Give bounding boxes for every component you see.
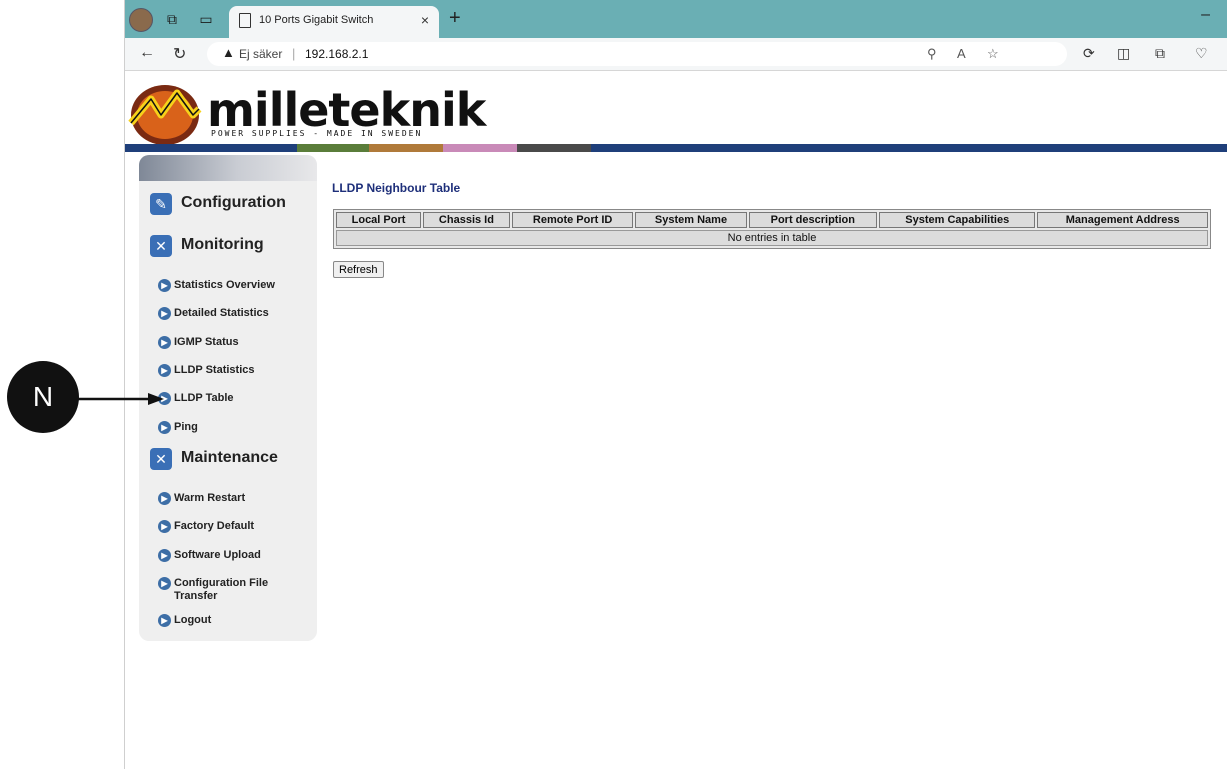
- chevron-right-icon: ▶: [158, 421, 171, 434]
- chevron-right-icon: ▶: [158, 577, 171, 590]
- tab-active[interactable]: 10 Ports Gigabit Switch ×: [229, 6, 439, 38]
- web-page: milleteknik POWER SUPPLIES - MADE IN SWE…: [125, 71, 1227, 769]
- section-label: Configuration: [181, 194, 286, 211]
- tools-icon: ✕: [150, 448, 172, 470]
- key-icon[interactable]: ⚲: [927, 46, 937, 62]
- extensions-icon[interactable]: ⟳: [1083, 45, 1095, 62]
- favorite-star-icon[interactable]: ☆: [987, 46, 999, 62]
- chevron-right-icon: ▶: [158, 549, 171, 562]
- new-tab-button[interactable]: +: [449, 7, 461, 30]
- address-separator: |: [292, 46, 296, 61]
- logo-tagline: POWER SUPPLIES - MADE IN SWEDEN: [211, 129, 423, 138]
- page-icon: [239, 13, 251, 28]
- back-icon[interactable]: ←: [139, 44, 155, 62]
- column-header: System Name: [635, 212, 747, 228]
- column-header: Management Address: [1037, 212, 1208, 228]
- sidebar-header: [139, 155, 317, 181]
- profile-avatar[interactable]: [129, 8, 153, 32]
- minimize-button[interactable]: –: [1201, 6, 1210, 24]
- annotation-arrow-icon: [78, 393, 164, 405]
- header-color-bar: [125, 144, 1227, 152]
- column-header: Remote Port ID: [511, 212, 634, 228]
- configuration-icon: ✎: [150, 193, 172, 215]
- reload-icon[interactable]: ↻: [173, 44, 186, 64]
- column-header: Port description: [748, 212, 878, 228]
- tab-actions-icon[interactable]: ▭: [197, 10, 215, 28]
- tab-title: 10 Ports Gigabit Switch: [259, 14, 374, 26]
- browser-toolbar: ← ↻ ▲ Ej säker | 192.168.2.1 ⚲ A ☆ ⟳ ◫ ⧉…: [125, 38, 1227, 71]
- table-row: No entries in table: [336, 230, 1208, 246]
- warning-icon: ▲: [222, 45, 235, 60]
- tab-strip: ⧉ ▭ 10 Ports Gigabit Switch × + –: [125, 0, 1227, 38]
- read-aloud-icon[interactable]: A: [957, 46, 966, 61]
- logo-emblem-icon: [128, 85, 202, 145]
- refresh-button[interactable]: Refresh: [333, 261, 384, 278]
- chevron-right-icon: ▶: [158, 336, 171, 349]
- chevron-right-icon: ▶: [158, 614, 171, 627]
- annotation-callout: N: [7, 361, 79, 433]
- section-label: Maintenance: [181, 449, 278, 466]
- chevron-right-icon: ▶: [158, 307, 171, 320]
- security-label[interactable]: Ej säker: [239, 47, 282, 61]
- url-text[interactable]: 192.168.2.1: [305, 47, 368, 61]
- milleteknik-logo: milleteknik POWER SUPPLIES - MADE IN SWE…: [127, 77, 486, 149]
- browser-essentials-icon[interactable]: ♡: [1195, 45, 1208, 62]
- browser-window: ⧉ ▭ 10 Ports Gigabit Switch × + – ← ↻ ▲ …: [124, 0, 1227, 769]
- chevron-right-icon: ▶: [158, 492, 171, 505]
- address-bar[interactable]: ▲ Ej säker | 192.168.2.1 ⚲ A ☆: [207, 42, 1067, 66]
- section-label: Monitoring: [181, 236, 264, 253]
- chevron-right-icon: ▶: [158, 520, 171, 533]
- workspaces-icon[interactable]: ⧉: [163, 10, 181, 28]
- tools-icon: ✕: [150, 235, 172, 257]
- empty-table-message: No entries in table: [336, 230, 1208, 246]
- tab-close-button[interactable]: ×: [421, 12, 429, 28]
- column-header: Local Port: [336, 212, 422, 228]
- collections-icon[interactable]: ⧉: [1155, 45, 1165, 62]
- chevron-right-icon: ▶: [158, 364, 171, 377]
- table-header-row: Local Port Chassis Id Remote Port ID Sys…: [336, 212, 1208, 228]
- lldp-neighbour-table: Local Port Chassis Id Remote Port ID Sys…: [333, 209, 1211, 249]
- page-title: LLDP Neighbour Table: [332, 181, 461, 195]
- column-header: System Capabilities: [879, 212, 1036, 228]
- split-screen-icon[interactable]: ◫: [1117, 45, 1130, 62]
- column-header: Chassis Id: [423, 212, 510, 228]
- sidebar: ✎ Configuration ✕ Monitoring ▶ Statistic…: [139, 155, 317, 641]
- chevron-right-icon: ▶: [158, 279, 171, 292]
